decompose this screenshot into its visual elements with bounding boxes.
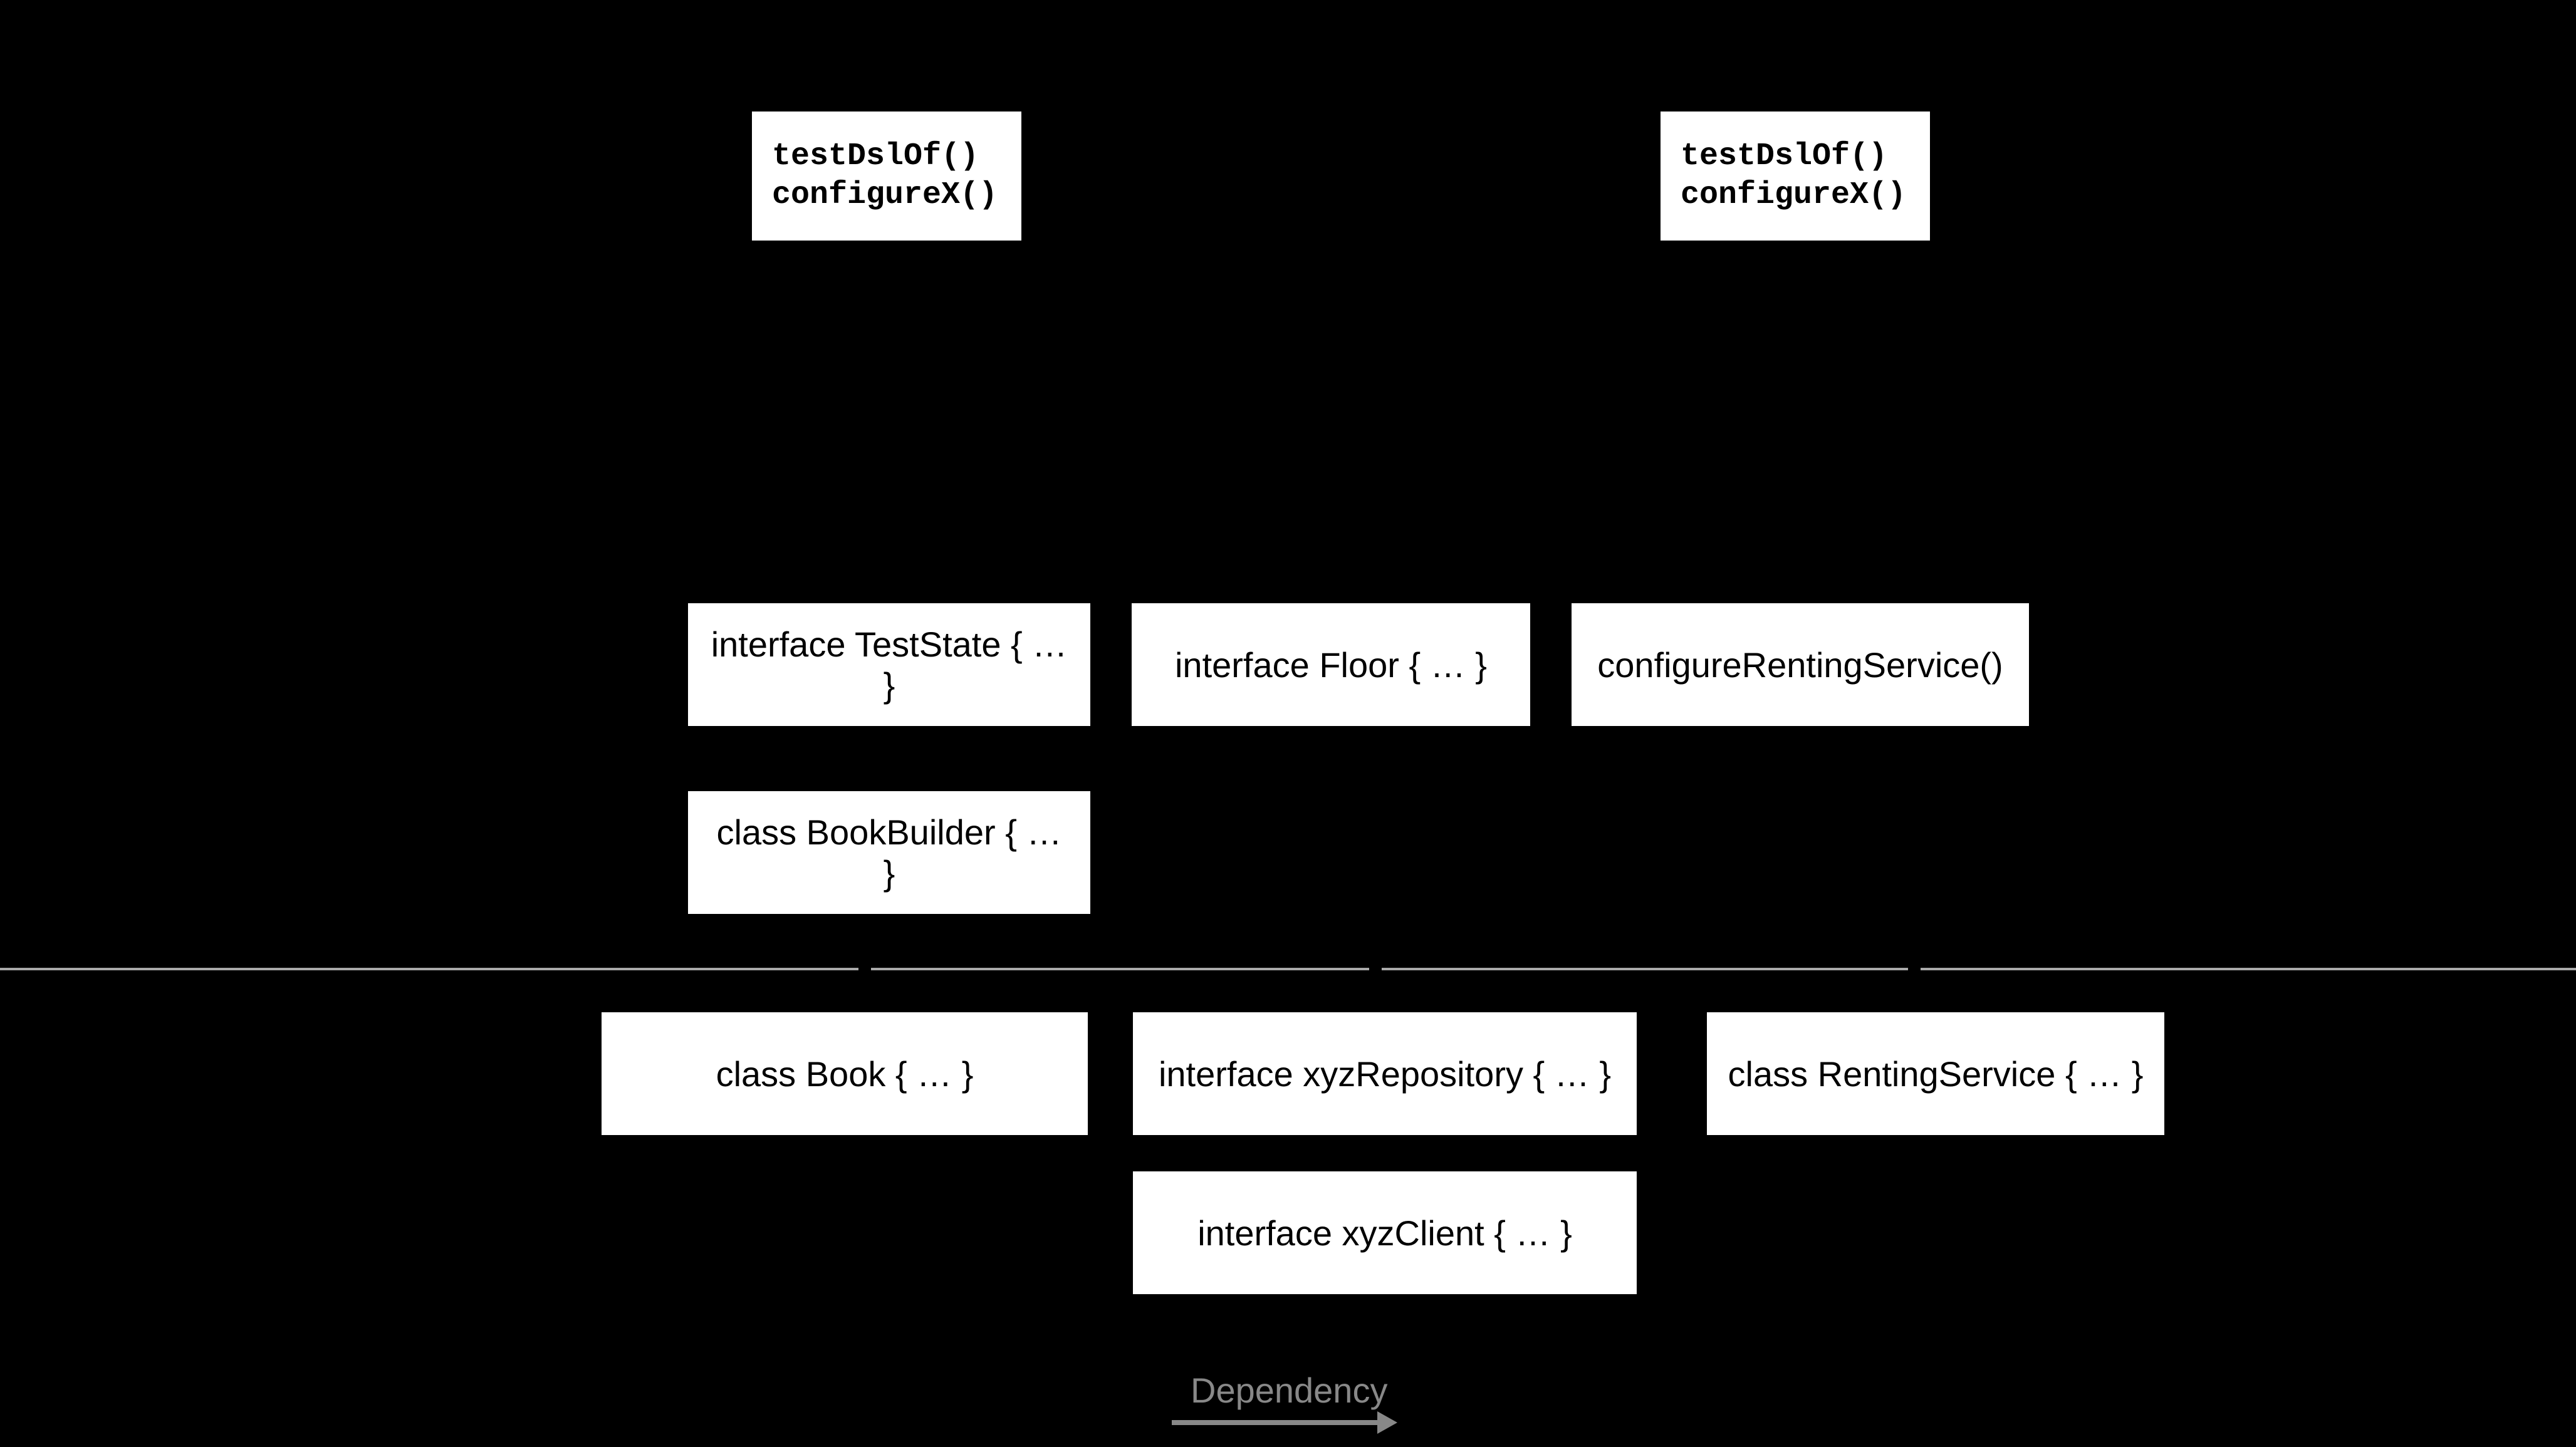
box-interface-floor: interface Floor { … }	[1132, 603, 1530, 726]
legend-arrow-line	[1172, 1420, 1379, 1425]
xyzclient-label: interface xyzClient { … }	[1197, 1213, 1572, 1253]
book-label: class Book { … }	[716, 1054, 974, 1094]
box-interface-teststate: interface TestState { … }	[688, 603, 1090, 726]
configure-renting-label: configureRentingService()	[1597, 645, 2003, 685]
box-interface-xyzclient: interface xyzClient { … }	[1133, 1171, 1637, 1294]
rentingservice-label: class RentingService { … }	[1728, 1054, 2144, 1094]
separator-seg-4	[1921, 968, 2576, 970]
legend-arrow-head-icon	[1377, 1411, 1397, 1434]
legend-dependency-label: Dependency	[1191, 1370, 1387, 1411]
teststate-label: interface TestState { … }	[707, 624, 1072, 705]
box-configure-renting: configureRentingService()	[1572, 603, 2029, 726]
box-interface-xyzrepository: interface xyzRepository { … }	[1133, 1012, 1637, 1135]
top-left-line1: testDslOf()	[772, 137, 998, 177]
bookbuilder-label: class BookBuilder { … }	[707, 812, 1072, 893]
separator-seg-1	[0, 968, 858, 970]
top-right-line2: configureX()	[1681, 176, 1906, 215]
top-left-line2: configureX()	[772, 176, 998, 215]
box-class-rentingservice: class RentingService { … }	[1707, 1012, 2164, 1135]
separator-seg-2	[871, 968, 1369, 970]
box-class-bookbuilder: class BookBuilder { … }	[688, 791, 1090, 914]
top-right-line1: testDslOf()	[1681, 137, 1906, 177]
box-top-right: testDslOf() configureX()	[1661, 112, 1930, 241]
separator-seg-3	[1382, 968, 1908, 970]
xyzrepository-label: interface xyzRepository { … }	[1159, 1054, 1611, 1094]
box-top-left: testDslOf() configureX()	[752, 112, 1021, 241]
floor-label: interface Floor { … }	[1175, 645, 1487, 685]
box-class-book: class Book { … }	[602, 1012, 1088, 1135]
